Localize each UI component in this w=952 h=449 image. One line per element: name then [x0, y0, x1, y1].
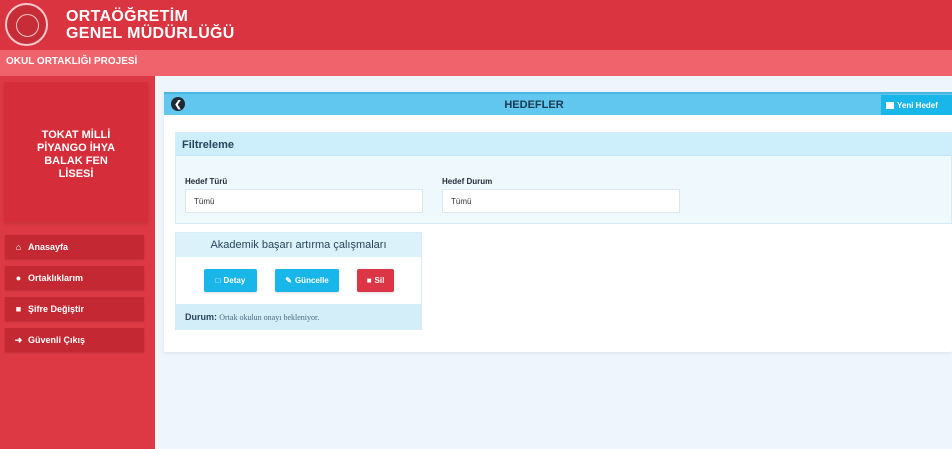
home-icon: ⌂ [15, 242, 22, 252]
top-bar: ORTAÖĞRETİM GENEL MÜDÜRLÜĞÜ [0, 0, 952, 50]
goal-type-label: Hedef Türü [185, 177, 228, 186]
folder-open-icon: □ [215, 276, 221, 285]
school-panel: TOKAT MİLLİ PİYANGO İHYA BALAK FEN LİSES… [4, 82, 148, 222]
sidebar-item-label: Anasayfa [28, 242, 69, 252]
new-goal-button[interactable]: Yeni Hedef [881, 95, 952, 115]
main-content: ❮ HEDEFLER Yeni Hedef Filtreleme Hedef T… [155, 76, 952, 449]
brand-title[interactable]: ORTAÖĞRETİM GENEL MÜDÜRLÜĞÜ [66, 8, 235, 42]
delete-label: Sil [374, 276, 385, 285]
filter-header: Filtreleme [176, 133, 951, 156]
goal-item: Akademik başarı artırma çalışmaları □ De… [175, 232, 422, 330]
page-title: HEDEFLER [504, 99, 564, 111]
detail-button[interactable]: □ Detay [204, 269, 257, 292]
school-name-line-3: BALAK FEN [44, 155, 108, 167]
school-name: TOKAT MİLLİ PİYANGO İHYA BALAK FEN LİSES… [4, 129, 148, 181]
new-goal-label: Yeni Hedef [897, 100, 938, 110]
handshake-icon: ● [15, 273, 22, 283]
update-label: Güncelle [294, 276, 329, 285]
sidebar: TOKAT MİLLİ PİYANGO İHYA BALAK FEN LİSES… [0, 76, 155, 449]
school-name-line-2: PİYANGO İHYA [36, 142, 116, 154]
sidebar-item-logout[interactable]: ➜ Güvenli Çıkış [5, 328, 144, 352]
sidebar-item-home[interactable]: ⌂ Anasayfa [5, 235, 144, 259]
update-button[interactable]: ✎ Güncelle [275, 269, 339, 292]
detail-label: Detay [223, 276, 246, 285]
lock-icon: ■ [15, 304, 22, 314]
brand-line-1: ORTAÖĞRETİM [66, 8, 189, 25]
sidebar-item-label: Ortaklıklarım [28, 273, 84, 283]
goal-status-value: Ortak okulun onayı bekleniyor. [219, 313, 320, 322]
project-title[interactable]: OKUL ORTAKLIĞI PROJESİ [6, 56, 137, 67]
delete-button[interactable]: ■ Sil [357, 269, 394, 292]
sidebar-item-label: Şifre Değiştir [28, 304, 85, 314]
goal-type-select[interactable]: Tümü [185, 189, 423, 213]
sign-out-icon: ➜ [14, 334, 23, 345]
ministry-logo-icon [5, 3, 48, 46]
filter-title: Filtreleme [182, 139, 234, 151]
add-folder-icon [886, 101, 894, 109]
sidebar-item-change-password[interactable]: ■ Şifre Değiştir [5, 297, 144, 321]
school-name-line-1: TOKAT MİLLİ [41, 129, 111, 141]
project-bar: OKUL ORTAKLIĞI PROJESİ [0, 50, 952, 76]
goals-header: ❮ HEDEFLER Yeni Hedef [164, 92, 952, 115]
school-name-line-4: LİSESİ [58, 168, 94, 180]
goal-status-label: Hedef Durum [442, 177, 493, 186]
sidebar-item-label: Güvenli Çıkış [28, 335, 86, 345]
goal-status-label: Durum: [185, 312, 217, 322]
goal-status: Durum: Ortak okulun onayı bekleniyor. [176, 304, 421, 329]
brand-line-2: GENEL MÜDÜRLÜĞÜ [66, 25, 235, 42]
goals-card: ❮ HEDEFLER Yeni Hedef Filtreleme Hedef T… [164, 92, 952, 352]
goal-title: Akademik başarı artırma çalışmaları [176, 233, 421, 257]
trash-icon: ■ [366, 276, 372, 285]
goal-status-select[interactable]: Tümü [442, 189, 680, 213]
sidebar-item-partnerships[interactable]: ● Ortaklıklarım [5, 266, 144, 290]
edit-icon: ✎ [285, 276, 292, 285]
filter-panel: Filtreleme Hedef Türü Tümü Hedef Durum T… [175, 132, 952, 224]
